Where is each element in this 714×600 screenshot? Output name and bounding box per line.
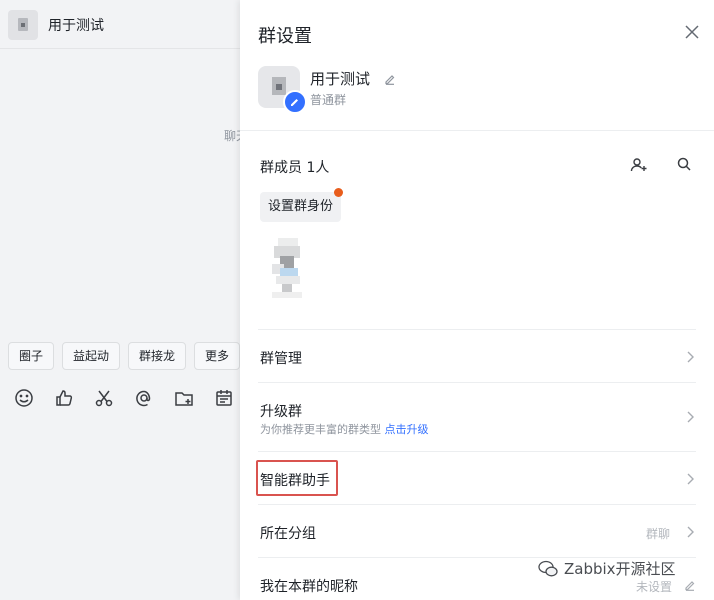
wechat-logo-icon (538, 560, 558, 576)
quick-action-relay[interactable]: 群接龙 (128, 342, 187, 370)
chevron-right-icon (687, 473, 694, 485)
panel-title: 群设置 (258, 26, 312, 47)
upgrade-link[interactable]: 点击升级 (385, 423, 429, 436)
calendar-icon[interactable] (212, 386, 236, 410)
quick-action-circle[interactable]: 圈子 (8, 342, 55, 370)
row-label: 群管理 (260, 351, 302, 367)
row-group-manage[interactable]: 群管理 (260, 330, 696, 382)
chevron-right-icon (687, 351, 694, 363)
search-icon[interactable] (676, 156, 694, 174)
chevron-right-icon (687, 526, 694, 538)
edit-name-icon[interactable] (384, 70, 398, 85)
group-type: 普通群 (310, 93, 347, 107)
watermark-text: Zabbix开源社区 (564, 560, 676, 578)
edit-nickname-icon[interactable] (684, 578, 696, 592)
chat-pane: 用于测试 聊天 圈子 益起动 群接龙 更多 (0, 0, 241, 600)
chat-title: 用于测试 (48, 18, 104, 34)
edit-avatar-icon[interactable] (283, 90, 307, 114)
highlight-box (256, 460, 338, 496)
row-upgrade-group[interactable]: 升级群 为你推荐更丰富的群类型 点击升级 (260, 383, 696, 451)
scissors-icon[interactable] (92, 386, 116, 410)
upgrade-hint: 为你推荐更丰富的群类型 (260, 423, 381, 436)
group-name: 用于测试 (310, 70, 371, 88)
thumbs-up-icon[interactable] (52, 386, 76, 410)
row-label: 所在分组 (260, 526, 316, 542)
emoji-icon[interactable] (12, 386, 36, 410)
row-label: 升级群 (260, 404, 302, 420)
group-settings-panel: 群设置 用于测试 普通群 群成员 1人 设置群身份 群管理 升级群 为你推荐更丰… (240, 0, 714, 600)
row-group-category[interactable]: 所在分组 群聊 (260, 505, 696, 557)
row-label: 我在本群的昵称 (260, 579, 358, 595)
chat-hint-text: 聊天 (224, 129, 240, 143)
member-avatar[interactable] (264, 238, 312, 302)
set-role-button[interactable]: 设置群身份 (260, 192, 342, 222)
chevron-right-icon (687, 411, 694, 423)
quick-action-more[interactable]: 更多 (194, 342, 241, 370)
close-icon[interactable] (682, 22, 702, 42)
add-member-icon[interactable] (630, 156, 650, 176)
at-sign-icon[interactable] (132, 386, 156, 410)
watermark: Zabbix开源社区 (538, 558, 676, 579)
chat-header: 用于测试 (0, 0, 240, 49)
input-toolbar (12, 386, 236, 410)
quick-action-charity[interactable]: 益起动 (62, 342, 121, 370)
folder-add-icon[interactable] (172, 386, 196, 410)
row-value: 未设置 (635, 580, 672, 594)
quick-actions-bar: 圈子 益起动 群接龙 更多 (8, 342, 241, 370)
notification-dot (334, 188, 343, 197)
row-subtitle: 为你推荐更丰富的群类型 点击升级 (260, 421, 429, 437)
divider (240, 130, 714, 131)
group-thumbnail[interactable] (8, 10, 38, 40)
members-title: 群成员 1人 (260, 160, 330, 176)
row-value: 群聊 (645, 527, 670, 541)
